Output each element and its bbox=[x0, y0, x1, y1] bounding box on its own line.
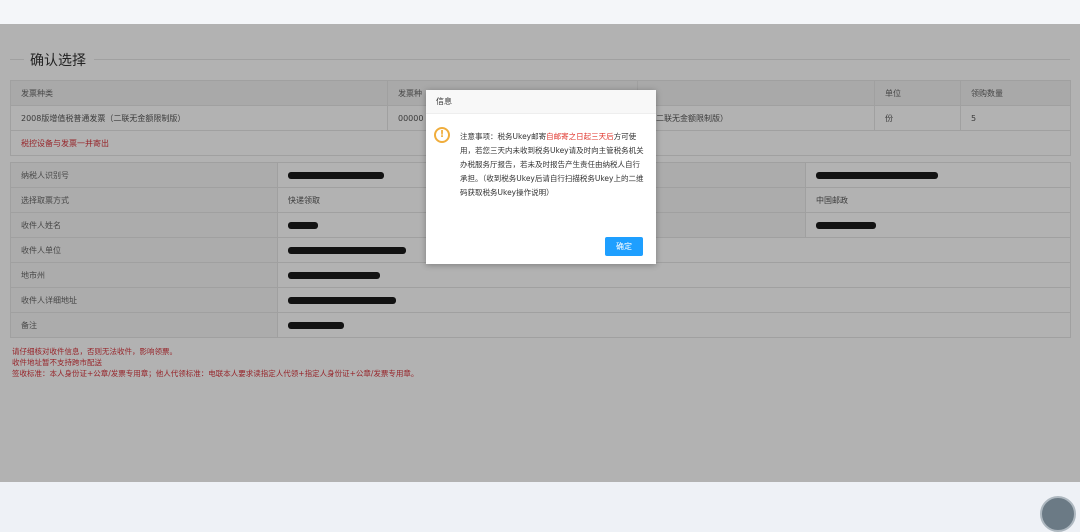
exclamation-icon: ! bbox=[434, 127, 450, 143]
dialog-title: 信息 bbox=[426, 90, 656, 114]
dialog-message-part2: 方可使用，若您三天内未收到税务Ukey请及时向主管税务机关办税服务厅报告，若未及… bbox=[460, 132, 644, 197]
confirm-button[interactable]: 确定 bbox=[605, 237, 643, 256]
floating-action-button[interactable] bbox=[1040, 496, 1076, 532]
dialog-message-part1: 注意事项：税务Ukey邮寄 bbox=[460, 132, 547, 141]
dialog-message: 注意事项：税务Ukey邮寄自邮寄之日起三天后方可使用，若您三天内未收到税务Uke… bbox=[460, 130, 645, 200]
dialog-message-highlight: 自邮寄之日起三天后 bbox=[546, 132, 614, 141]
bottom-bar bbox=[0, 482, 1080, 506]
info-dialog: 信息 ! 注意事项：税务Ukey邮寄自邮寄之日起三天后方可使用，若您三天内未收到… bbox=[426, 90, 656, 264]
top-bar bbox=[0, 0, 1080, 24]
